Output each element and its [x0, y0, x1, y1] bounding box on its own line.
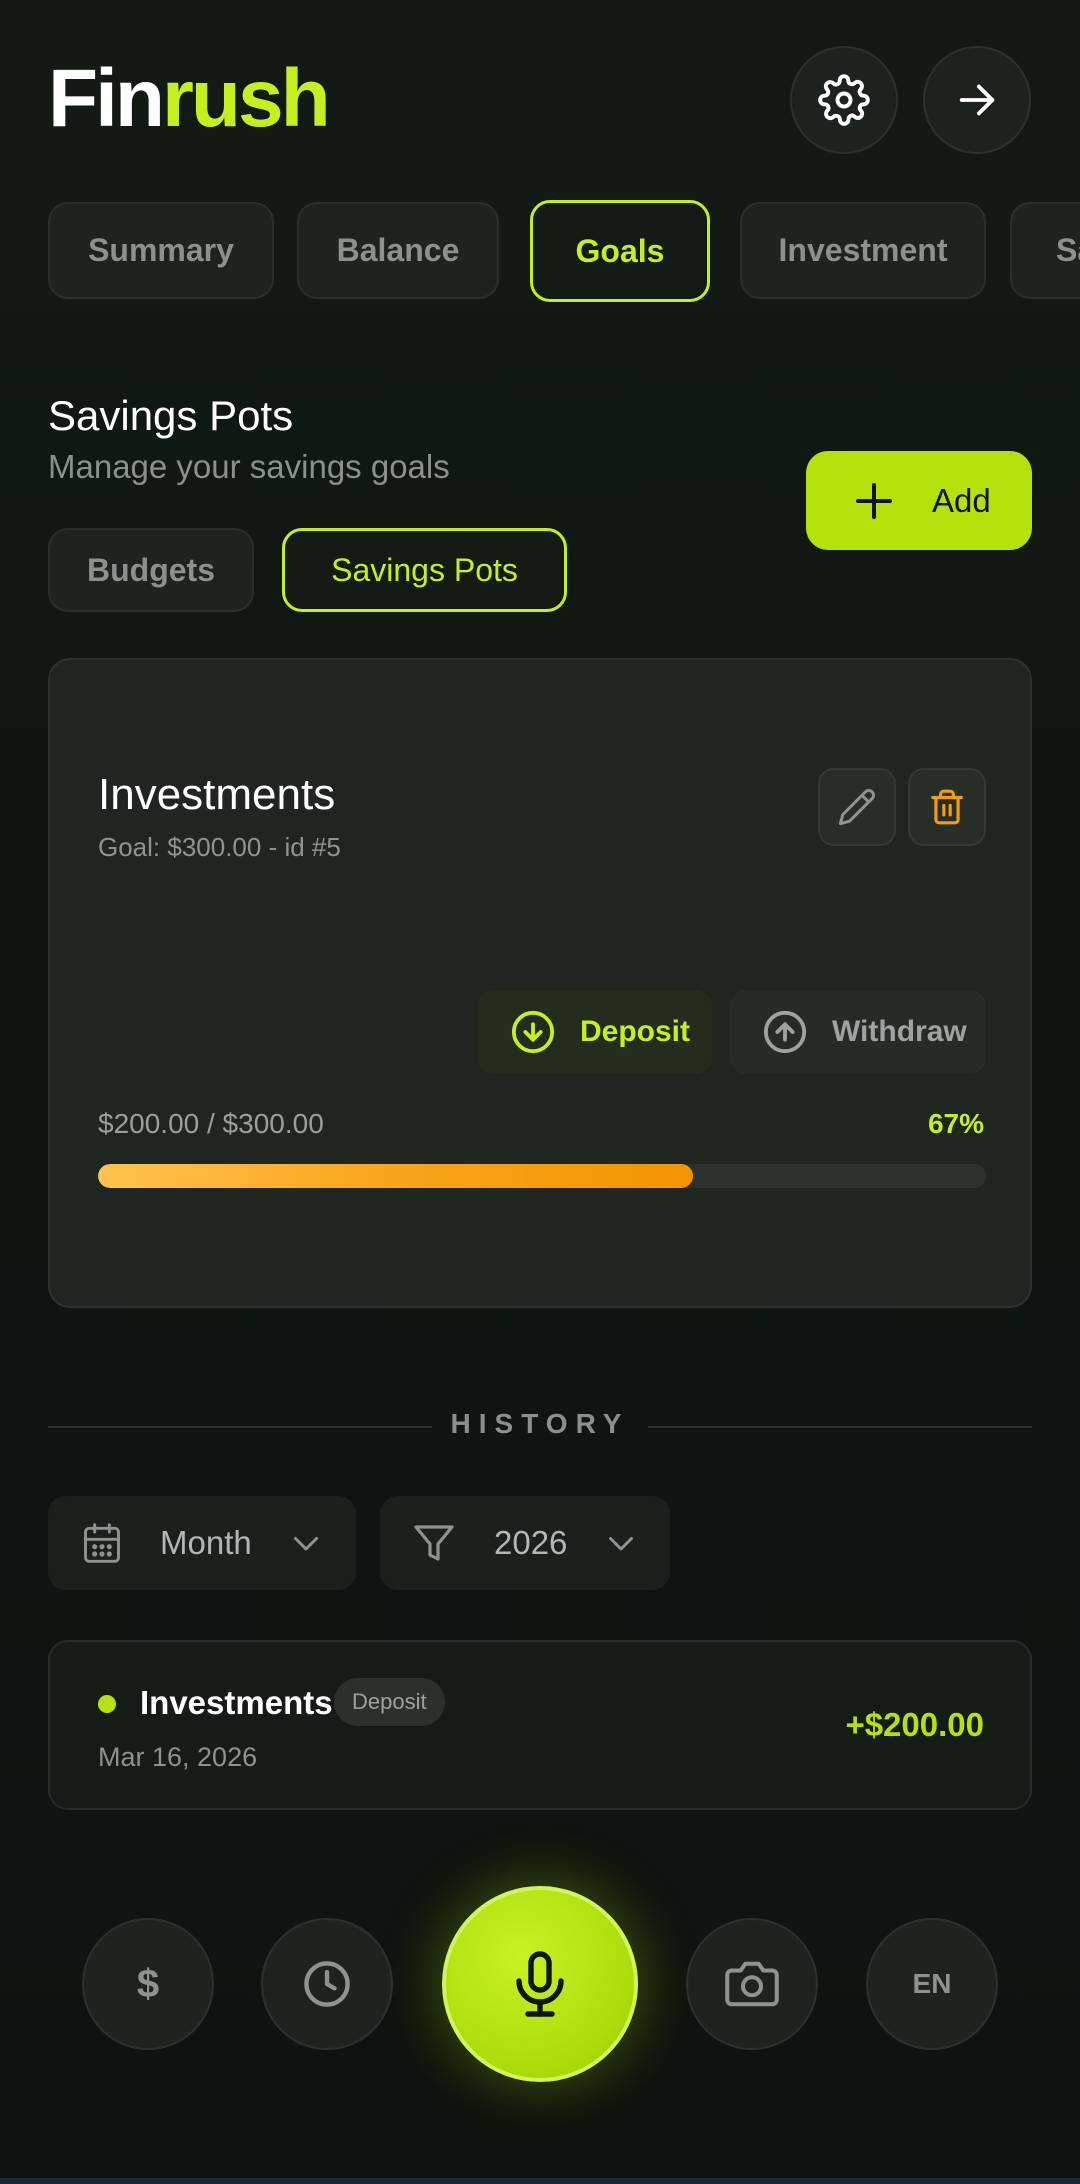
- status-dot: [98, 1695, 116, 1713]
- progress-track: [98, 1164, 986, 1188]
- voice-input-button[interactable]: [442, 1886, 638, 2082]
- arrow-right-icon: [959, 84, 995, 116]
- add-pot-button[interactable]: Add: [806, 451, 1032, 550]
- pencil-icon: [838, 789, 875, 826]
- transaction-type-badge: Deposit: [334, 1678, 445, 1726]
- pot-percent: 67%: [927, 1108, 984, 1139]
- arrow-down-circle-icon: [511, 1010, 555, 1054]
- tab-savings-partial[interactable]: Sa: [1010, 202, 1080, 299]
- progress-fill: [98, 1164, 693, 1188]
- year-filter-value: 2026: [494, 1524, 568, 1561]
- calendar-icon: [84, 1523, 120, 1563]
- chevron-down-icon: [293, 1537, 318, 1551]
- pot-name: Investments: [98, 770, 336, 819]
- tab-investment[interactable]: Investment: [740, 202, 986, 299]
- section-subtitle: Manage your savings goals: [48, 448, 450, 485]
- camera-icon: [725, 1961, 779, 2007]
- language-button[interactable]: EN: [866, 1918, 998, 2050]
- gear-icon: [818, 74, 870, 126]
- microphone-icon: [516, 1951, 564, 2017]
- deposit-button[interactable]: Deposit: [478, 990, 712, 1074]
- tab-balance[interactable]: Balance: [297, 202, 499, 299]
- history-divider: HISTORY: [48, 1408, 1032, 1448]
- savings-pot-card: Investments Goal: $300.00 - id #5 Deposi…: [48, 658, 1032, 1308]
- arrow-up-circle-icon: [763, 1010, 807, 1054]
- period-filter-select[interactable]: Month: [48, 1496, 356, 1590]
- screen-bottom-edge: [0, 2178, 1080, 2184]
- app-logo: Finrush: [48, 53, 331, 144]
- divider-line-right: [648, 1426, 1032, 1428]
- camera-button[interactable]: [686, 1918, 818, 2050]
- history-button[interactable]: [261, 1918, 393, 2050]
- forward-button[interactable]: [923, 46, 1031, 154]
- transaction-name: Investments: [140, 1684, 333, 1721]
- withdraw-label: Withdraw: [832, 1015, 967, 1048]
- tab-summary[interactable]: Summary: [48, 202, 274, 299]
- currency-button[interactable]: $: [82, 1918, 214, 2050]
- section-title: Savings Pots: [48, 392, 294, 439]
- withdraw-button[interactable]: Withdraw: [730, 990, 986, 1074]
- history-title: HISTORY: [450, 1408, 630, 1439]
- transaction-amount: +$200.00: [845, 1706, 984, 1743]
- header: Finrush Summary Balance Goals Investment…: [0, 0, 1080, 302]
- segment-budgets[interactable]: Budgets: [48, 528, 254, 612]
- dollar-icon: $: [136, 1961, 160, 2006]
- segment-savings-pots[interactable]: Savings Pots: [282, 528, 567, 612]
- edit-pot-button[interactable]: [818, 768, 896, 846]
- clock-icon: [304, 1961, 350, 2007]
- transaction-date: Mar 16, 2026: [98, 1742, 258, 1772]
- deposit-label: Deposit: [580, 1015, 691, 1048]
- tab-goals[interactable]: Goals: [530, 200, 710, 302]
- add-label: Add: [932, 481, 991, 519]
- settings-button[interactable]: [790, 46, 898, 154]
- plus-icon: [856, 482, 892, 519]
- main-tabs: Summary Balance Goals Investment Sa: [48, 200, 1080, 302]
- pot-goal: Goal: $300.00 - id #5: [98, 832, 341, 862]
- chevron-down-icon: [609, 1537, 634, 1551]
- year-filter-select[interactable]: 2026: [380, 1496, 670, 1590]
- trash-icon: [931, 789, 963, 825]
- language-label: EN: [912, 1968, 952, 1999]
- filter-icon: [414, 1525, 454, 1561]
- delete-pot-button[interactable]: [908, 768, 986, 846]
- transaction-item[interactable]: Investments Deposit Mar 16, 2026 +$200.0…: [48, 1640, 1032, 1810]
- period-filter-value: Month: [160, 1524, 252, 1561]
- pot-amount: $200.00 / $300.00: [98, 1108, 324, 1139]
